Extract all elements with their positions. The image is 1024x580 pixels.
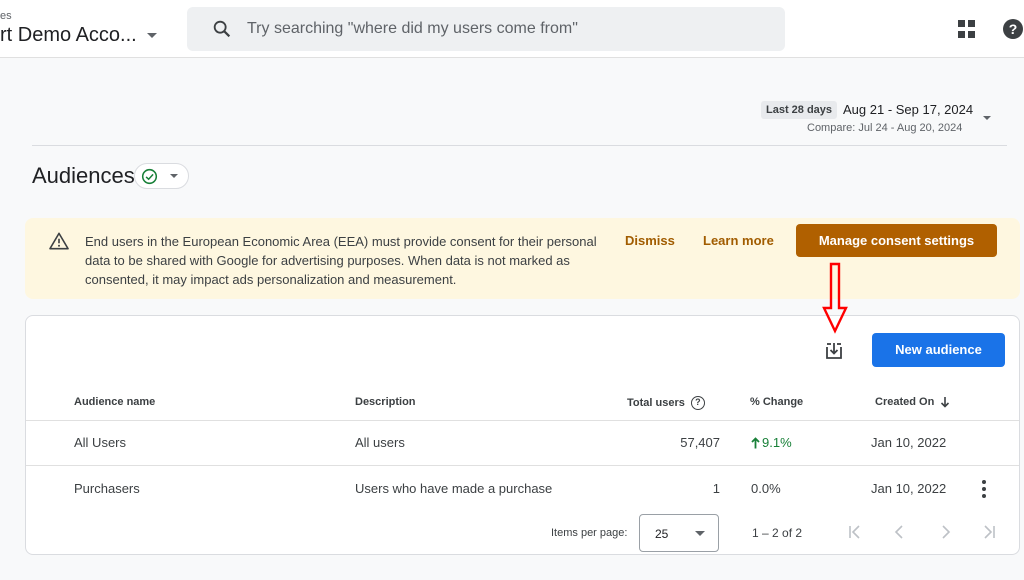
divider [32,145,1007,146]
row-change: 9.1% [751,435,792,450]
first-page-icon[interactable] [846,523,864,541]
date-range-chip: Last 28 days [761,101,838,119]
annotation-arrow-icon [822,262,848,334]
warning-icon [49,232,69,250]
search-input[interactable]: Try searching "where did my users come f… [187,7,785,51]
row-description: Users who have made a purchase [355,481,553,496]
row-created-on: Jan 10, 2022 [871,481,947,496]
row-audience-name[interactable]: Purchasers [74,481,140,496]
row-change-value: 9.1% [762,435,792,450]
row-description: All users [355,435,405,450]
divider [26,465,1019,466]
header-created-label: Created On [875,396,935,408]
caret-down-icon [170,174,178,178]
next-page-icon[interactable] [936,523,954,541]
dismiss-button[interactable]: Dismiss [625,233,675,248]
row-created-on: Jan 10, 2022 [871,435,947,450]
header-total-users[interactable]: Total users ? [627,396,705,410]
account-selector[interactable]: rt Demo Acco... [0,24,157,47]
last-page-icon[interactable] [980,523,998,541]
compare-range: Compare: Jul 24 - Aug 20, 2024 [807,122,963,134]
arrow-down-icon [941,397,950,408]
previous-page-icon[interactable] [891,523,909,541]
header-total-users-label: Total users [627,397,685,409]
items-per-page-value: 25 [655,527,669,541]
arrow-up-icon [751,436,760,448]
items-per-page-select[interactable]: 25 [639,514,719,552]
learn-more-link[interactable]: Learn more [703,233,774,248]
account-name: rt Demo Acco... [0,24,137,46]
top-bar: es rt Demo Acco... Try searching "where … [0,0,1024,58]
more-options-icon[interactable] [981,480,987,498]
status-dropdown[interactable] [134,163,189,189]
header-audience-name[interactable]: Audience name [74,396,155,408]
date-range-selector[interactable]: Aug 21 - Sep 17, 2024 [843,102,973,117]
manage-consent-button[interactable]: Manage consent settings [796,224,997,257]
row-total-users: 57,407 [680,435,720,450]
account-breadcrumb: es [0,10,12,22]
check-circle-icon [141,168,158,184]
header-change[interactable]: % Change [750,396,803,408]
items-per-page-label: Items per page: [551,527,628,539]
help-icon[interactable]: ? [690,396,705,410]
audiences-table-card: New audience Audience name Description T… [25,315,1020,555]
divider [26,420,1019,421]
row-total-users: 1 [712,481,720,496]
page-title: Audiences [32,163,135,188]
pagination-range: 1 – 2 of 2 [752,526,803,540]
apps-grid-icon[interactable] [958,20,976,38]
new-audience-button[interactable]: New audience [872,333,1005,367]
consent-banner: End users in the European Economic Area … [25,218,1020,299]
help-icon[interactable]: ? [1003,19,1023,39]
search-placeholder: Try searching "where did my users come f… [247,20,578,37]
caret-down-icon [695,531,705,536]
row-change: 0.0% [751,481,781,496]
header-description[interactable]: Description [355,396,416,408]
banner-message: End users in the European Economic Area … [85,234,597,287]
download-icon[interactable] [824,341,844,361]
date-caret-down-icon[interactable] [983,116,991,120]
header-created-on[interactable]: Created On [875,396,950,408]
caret-down-icon [146,33,157,38]
search-icon [213,20,231,38]
row-audience-name[interactable]: All Users [74,435,126,450]
